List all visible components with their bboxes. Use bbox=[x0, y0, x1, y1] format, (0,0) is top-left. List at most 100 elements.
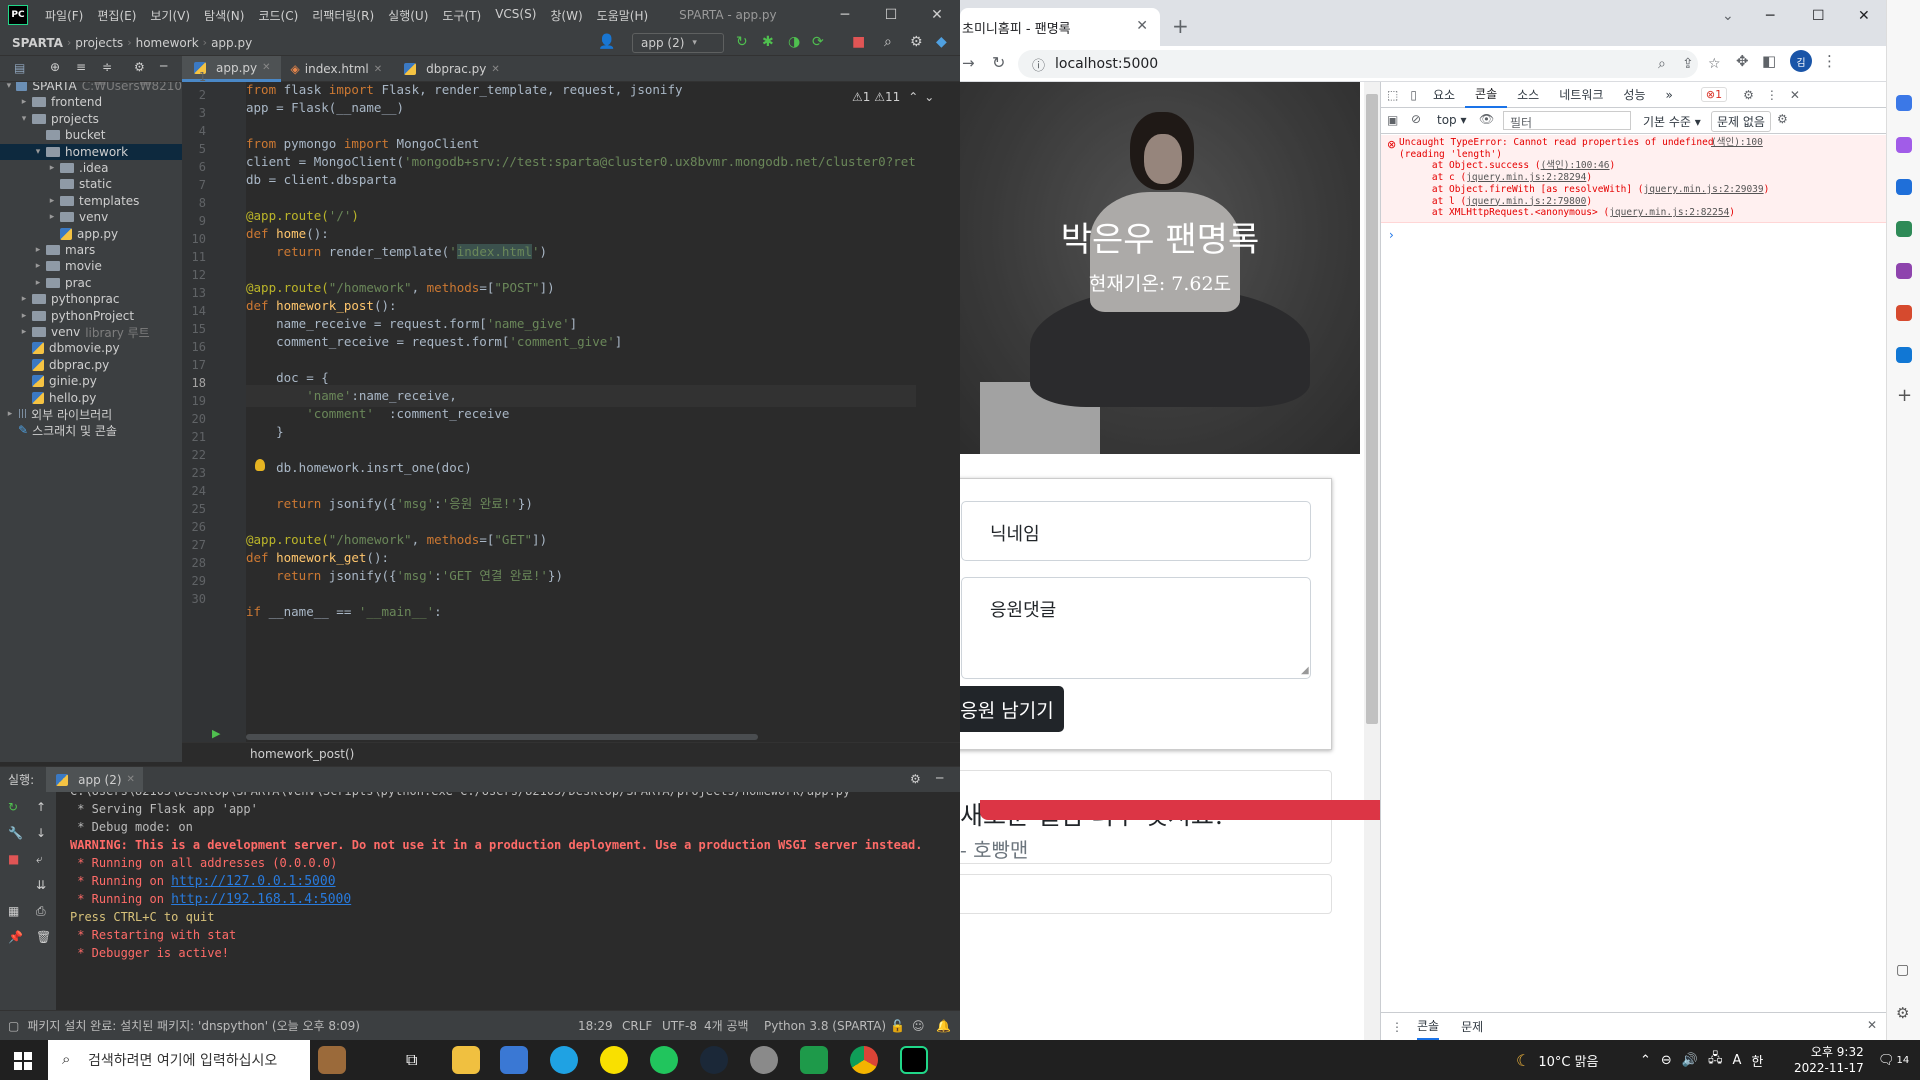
add-icon[interactable]: + bbox=[1897, 385, 1912, 406]
bell-icon[interactable]: 🔔 bbox=[936, 1019, 951, 1033]
kakaotalk-icon[interactable] bbox=[600, 1046, 628, 1074]
search-icon[interactable]: ⌕ bbox=[884, 34, 892, 50]
close-icon[interactable]: ✕ bbox=[1790, 88, 1800, 102]
soft-wrap-icon[interactable]: ⤶ bbox=[36, 852, 43, 867]
minimize-icon[interactable]: ─ bbox=[1766, 8, 1774, 24]
close-icon[interactable]: ✕ bbox=[127, 774, 135, 785]
layout-icon[interactable]: ▦ bbox=[8, 904, 19, 918]
print-icon[interactable]: ⎙ bbox=[36, 904, 46, 919]
menu-item[interactable]: 파일(F) bbox=[38, 7, 90, 24]
arrow-up-icon[interactable]: ↑ bbox=[36, 800, 46, 814]
run-tab[interactable]: app (2) ✕ bbox=[46, 766, 143, 793]
store-icon[interactable] bbox=[500, 1046, 528, 1074]
gear-icon[interactable]: ⚙ bbox=[910, 34, 923, 50]
games-icon[interactable] bbox=[1896, 263, 1912, 279]
nickname-input[interactable]: 닉네임 bbox=[961, 501, 1311, 561]
code-line[interactable]: 'comment' :comment_receive bbox=[246, 403, 509, 425]
horizontal-scrollbar[interactable] bbox=[246, 734, 758, 740]
menu-item[interactable]: 실행(U) bbox=[381, 7, 435, 24]
steam-icon[interactable] bbox=[700, 1046, 728, 1074]
run-gutter-icon[interactable]: ▶ bbox=[212, 727, 220, 740]
log-level-select[interactable]: 기본 수준 ▾ bbox=[1643, 113, 1701, 130]
tab-search-icon[interactable]: ⌄ bbox=[1722, 8, 1734, 24]
chevron-right-icon[interactable]: ▸ bbox=[18, 294, 30, 304]
tree-item[interactable]: ▾ SPARTA C:₩Users₩8210 bbox=[0, 82, 182, 94]
error-source-link[interactable]: (색인):100:46 bbox=[1541, 160, 1610, 171]
rerun-icon[interactable]: ↻ bbox=[736, 34, 748, 50]
error-source-link[interactable]: jquery.min.js:2:28294 bbox=[1466, 172, 1586, 183]
devtools-tab[interactable]: 네트워크 bbox=[1549, 82, 1613, 108]
close-icon[interactable]: ✕ bbox=[1136, 18, 1148, 34]
outlook-icon[interactable] bbox=[1896, 347, 1912, 363]
user-icon[interactable]: 👤 bbox=[598, 34, 615, 50]
notification-center[interactable]: 🗨 14 bbox=[1878, 1040, 1909, 1080]
menu-item[interactable]: 리팩터링(R) bbox=[305, 7, 381, 24]
tag-icon[interactable] bbox=[1896, 179, 1912, 195]
language-indicator[interactable]: 한 bbox=[1751, 1051, 1763, 1070]
locate-icon[interactable]: ⊕ bbox=[50, 60, 60, 74]
side-panel-icon[interactable]: ◧ bbox=[1762, 52, 1776, 70]
edge-browser-icon[interactable] bbox=[550, 1046, 578, 1074]
menu-item[interactable]: 도구(T) bbox=[435, 7, 488, 24]
maximize-icon[interactable]: ☐ bbox=[1812, 8, 1825, 24]
error-source-link[interactable]: jquery.min.js:2:82254 bbox=[1609, 207, 1729, 218]
sidebar-toggle-icon[interactable]: ▢ bbox=[1896, 962, 1909, 978]
console-link[interactable]: http://127.0.0.1:5000 bbox=[171, 874, 335, 889]
tree-item[interactable]: dbmovie.py bbox=[0, 340, 182, 356]
inspector-icon[interactable]: ☺ bbox=[912, 1019, 925, 1033]
scroll-end-icon[interactable]: ⇊ bbox=[36, 878, 46, 892]
python-interpreter[interactable]: Python 3.8 (SPARTA) bbox=[764, 1019, 886, 1033]
breadcrumb-item[interactable]: app.py bbox=[207, 36, 256, 50]
menu-item[interactable]: 코드(C) bbox=[251, 7, 305, 24]
tree-item[interactable]: app.py bbox=[0, 226, 182, 242]
devtools-tab[interactable]: 소스 bbox=[1507, 82, 1549, 108]
tree-item[interactable]: ▾ projects bbox=[0, 111, 182, 127]
share-icon[interactable]: ⇪ bbox=[1682, 56, 1694, 72]
back-icon[interactable]: → bbox=[962, 54, 975, 72]
menu-item[interactable]: 도움말(H) bbox=[590, 7, 656, 24]
overwatch-icon[interactable] bbox=[750, 1046, 778, 1074]
coverage-icon[interactable]: ◑ bbox=[788, 34, 800, 50]
menu-item[interactable]: VCS(S) bbox=[488, 7, 543, 24]
error-source-link[interactable]: jquery.min.js:2:79800 bbox=[1466, 196, 1586, 207]
chevron-up-icon[interactable]: ⌃ bbox=[1640, 1053, 1651, 1068]
taskbar-search[interactable]: ⌕ 검색하려면 여기에 입력하십시오 bbox=[48, 1040, 310, 1080]
tree-item[interactable]: ▸ pythonProject bbox=[0, 308, 182, 324]
code-line[interactable]: app = Flask(__name__) bbox=[246, 97, 404, 119]
more-icon[interactable]: ⋮ bbox=[1391, 1020, 1403, 1034]
hide-icon[interactable]: ─ bbox=[936, 771, 943, 785]
chevron-down-icon[interactable]: ▾ bbox=[18, 114, 30, 124]
console-prompt[interactable]: › bbox=[1389, 228, 1394, 242]
project-view-icon[interactable]: ▤ bbox=[14, 61, 25, 75]
tree-item[interactable]: ▸ prac bbox=[0, 275, 182, 291]
new-tab-icon[interactable]: + bbox=[1172, 14, 1189, 38]
tree-item[interactable]: ▸ pythonprac bbox=[0, 291, 182, 307]
profile-icon[interactable]: ⟳ bbox=[812, 34, 824, 50]
breadcrumb-item[interactable]: projects bbox=[71, 36, 127, 50]
clear-console-icon[interactable]: ⊘ bbox=[1411, 112, 1421, 126]
chevron-right-icon[interactable]: ▸ bbox=[32, 261, 44, 271]
devtools-tab[interactable]: » bbox=[1656, 82, 1683, 108]
chevron-right-icon[interactable]: ▸ bbox=[18, 327, 30, 337]
gear-icon[interactable]: ⚙ bbox=[910, 772, 921, 786]
tree-item[interactable]: ▸ venv library 루트 bbox=[0, 324, 182, 340]
chevron-right-icon[interactable]: ▸ bbox=[4, 409, 16, 419]
drawer-tab-issues[interactable]: 문제 bbox=[1461, 1018, 1483, 1035]
tree-item[interactable]: ▾ homework bbox=[0, 143, 182, 160]
tree-item[interactable]: ✎ 스크래치 및 콘솔 bbox=[0, 422, 182, 438]
code-line[interactable]: return render_template('index.html') bbox=[246, 241, 547, 263]
error-source-link[interactable]: (색인):100 bbox=[1711, 137, 1763, 149]
error-badge[interactable]: ⊗1 bbox=[1700, 87, 1728, 102]
tree-item[interactable]: ▸ ||| 외부 라이브러리 bbox=[0, 406, 182, 422]
file-encoding[interactable]: UTF-8 bbox=[662, 1019, 697, 1033]
search-icon[interactable] bbox=[1896, 95, 1912, 111]
status-message[interactable]: 패키지 설치 완료: 설치된 패키지: 'dnspython' (오늘 오후 8… bbox=[27, 1017, 360, 1034]
sparkle-icon[interactable] bbox=[1896, 137, 1912, 153]
line-separator[interactable]: CRLF bbox=[622, 1019, 652, 1033]
lock-icon[interactable]: 🔓 bbox=[890, 1019, 905, 1033]
run-console[interactable]: C:\Users\82105\Desktop\SPARTA\venv\Scrip… bbox=[56, 792, 951, 1010]
console-link[interactable]: http://192.168.1.4:5000 bbox=[171, 892, 351, 907]
task-view-icon[interactable]: ⧉ bbox=[406, 1050, 417, 1070]
close-icon[interactable]: ✕ bbox=[914, 0, 960, 30]
error-source-link[interactable]: jquery.min.js:2:29039 bbox=[1644, 184, 1764, 195]
